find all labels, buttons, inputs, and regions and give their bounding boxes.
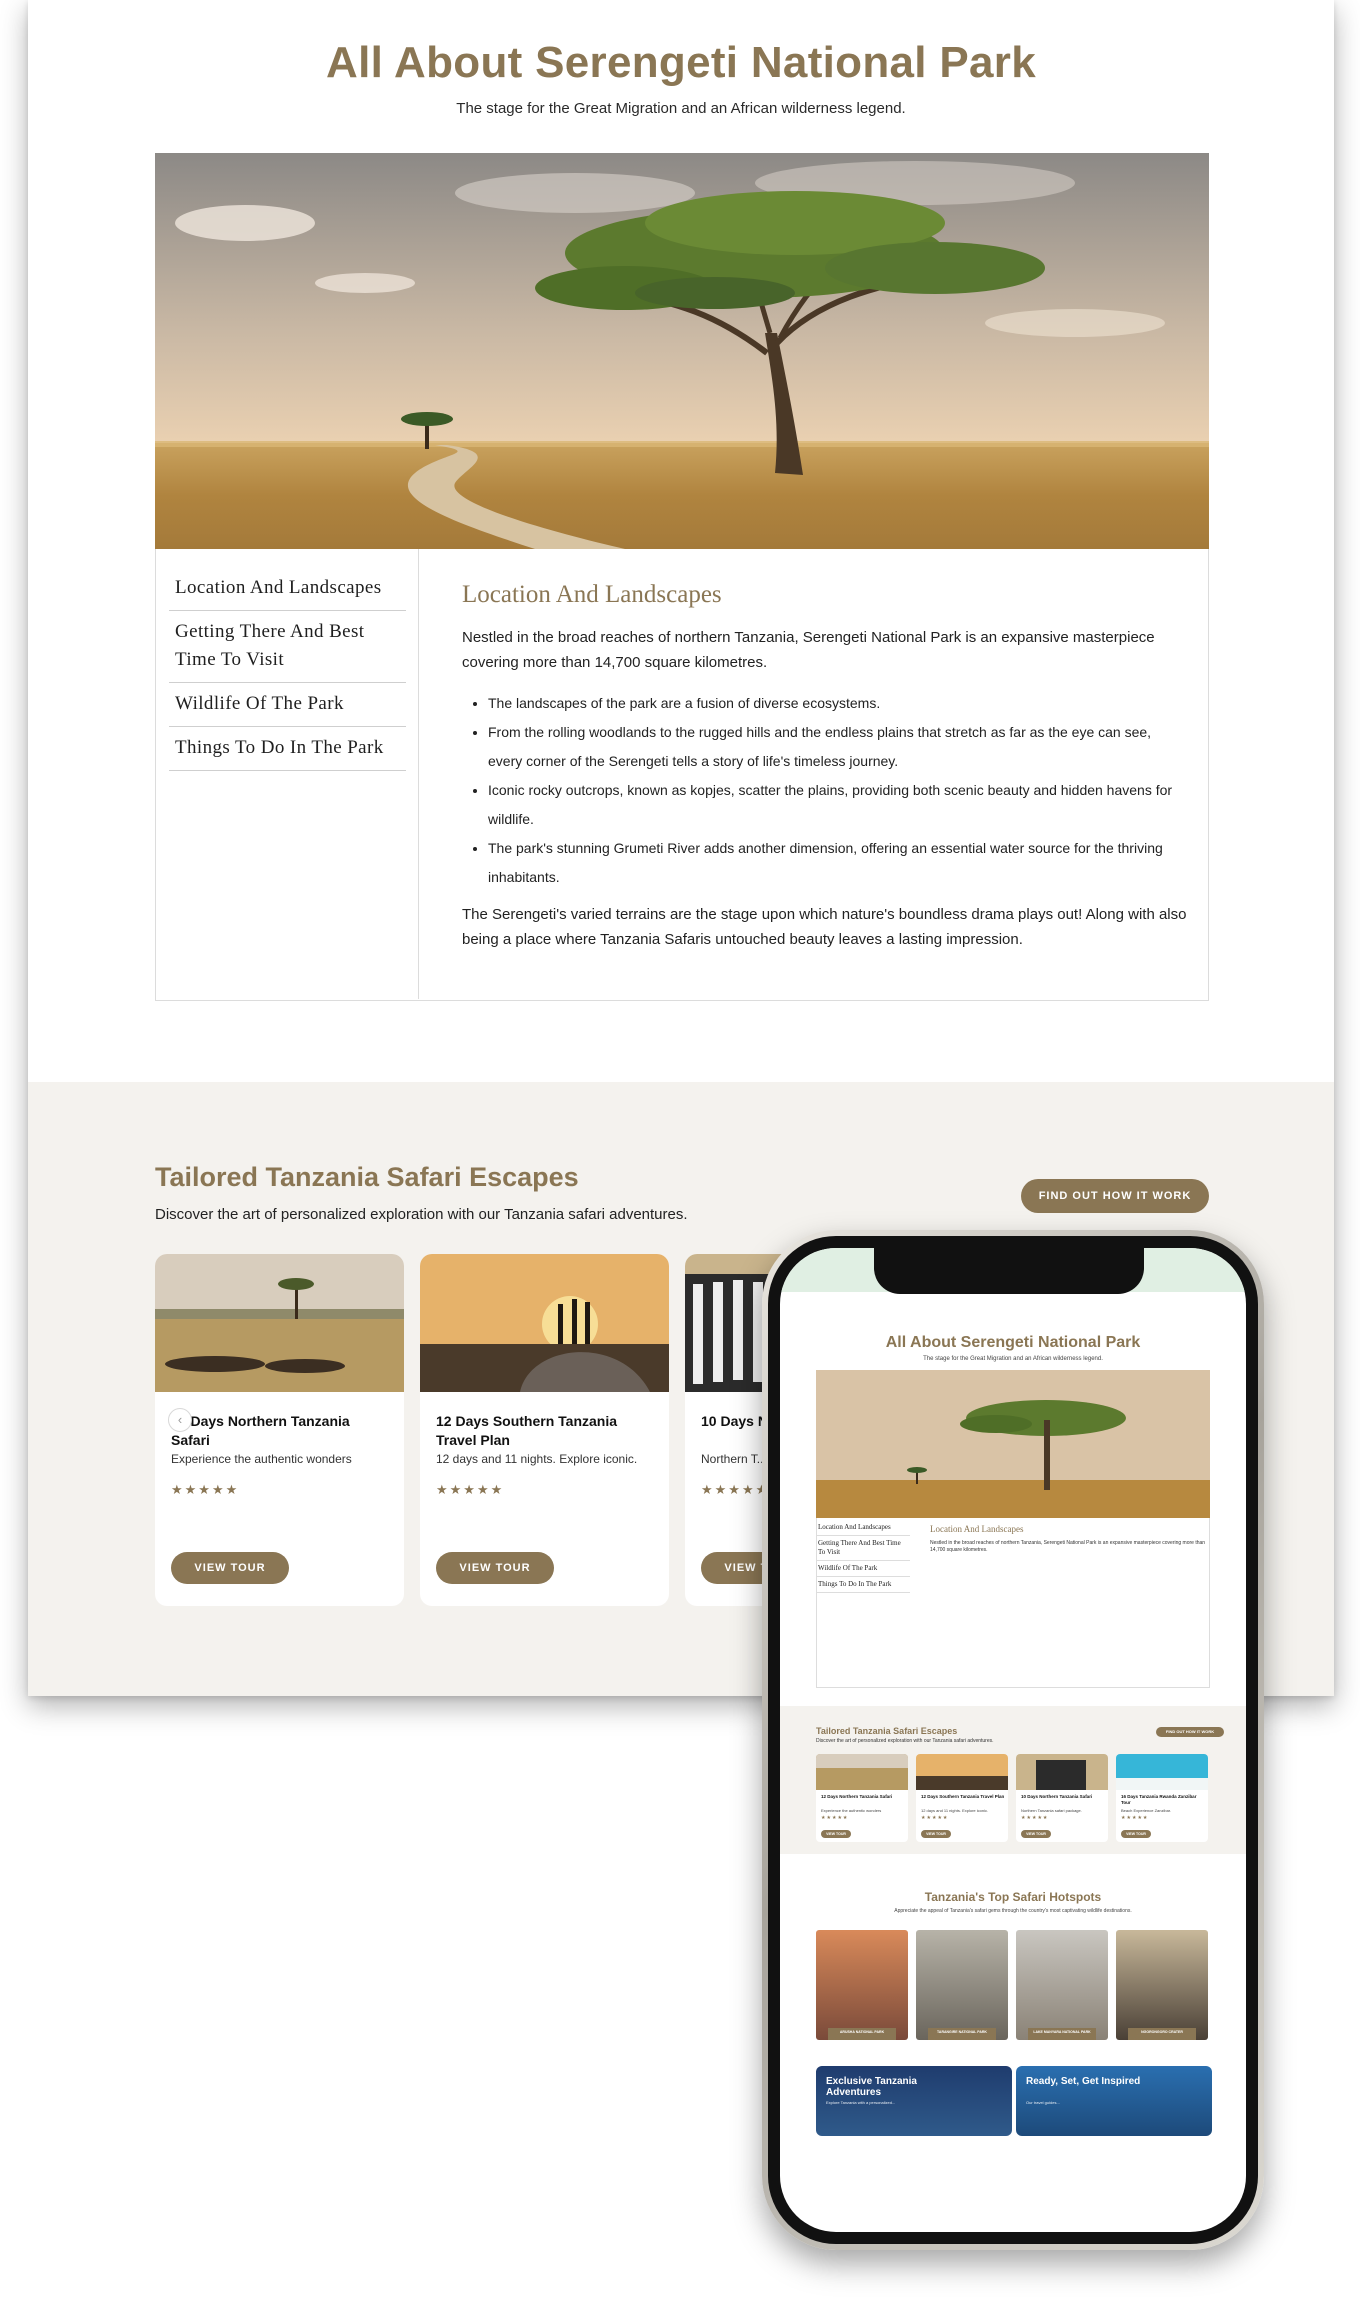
mobile-card-stars: ★★★★★ (921, 1815, 949, 1821)
toc-item-location[interactable]: Location And Landscapes (169, 567, 406, 611)
mobile-banner-sub: Explore Tanzania with a personalized... (826, 2100, 896, 2105)
mobile-find-out-button[interactable]: FIND OUT HOW IT WORK (1156, 1727, 1224, 1737)
tour-card[interactable]: 12 Days Southern Tanzania Travel Plan 12… (420, 1254, 669, 1606)
mobile-page-title: All About Serengeti National Park (885, 1334, 1141, 1351)
mobile-view-tour-button[interactable]: VIEW TOUR (921, 1830, 951, 1838)
mobile-view-tour-button[interactable]: VIEW TOUR (1121, 1830, 1151, 1838)
hero-image (155, 153, 1209, 549)
mobile-card-stars: ★★★★★ (821, 1815, 849, 1821)
mobile-hotspot-card[interactable]: NGORONGORO CRATER (1116, 1930, 1208, 2040)
escapes-subtitle: Discover the art of personalized explora… (155, 1206, 688, 1223)
page-title: All About Serengeti National Park (326, 38, 1036, 87)
mobile-toc-item[interactable]: Wildlife Of The Park (816, 1561, 910, 1577)
mobile-toc-item[interactable]: Getting There And Best Time To Visit (816, 1536, 910, 1561)
rating-stars: ★★★★★ (171, 1482, 240, 1497)
toc-item-wildlife[interactable]: Wildlife Of The Park (169, 683, 406, 727)
page-subtitle: The stage for the Great Migration and an… (456, 100, 906, 117)
mobile-banner-title: Ready, Set, Get Inspired (1026, 2076, 1141, 2087)
mobile-card-desc: Northern Tanzania safari package. (1021, 1808, 1082, 1813)
mobile-banner-title: Exclusive Tanzania Adventures (826, 2076, 917, 2098)
bullet-item: The landscapes of the park are a fusion … (488, 689, 1187, 718)
mobile-article-heading: Location And Landscapes (930, 1524, 1024, 1534)
tour-card-title: 12 Days Northern Tanzania Safari (171, 1413, 350, 1448)
mobile-tour-card[interactable]: 16 Days Tanzania Rwanda Zanzibar Tour Be… (1116, 1754, 1208, 1842)
mobile-escapes-subtitle: Discover the art of personalized explora… (816, 1738, 994, 1744)
mobile-card-image (1116, 1754, 1208, 1790)
mobile-hotspot-label: NGORONGORO CRATER (1128, 2028, 1196, 2040)
mobile-card-image (916, 1754, 1008, 1790)
mobile-card-stars: ★★★★★ (1121, 1815, 1149, 1821)
mockup-stage: All About Serengeti National Park The st… (0, 0, 1360, 2308)
bullet-item: From the rolling woodlands to the rugged… (488, 718, 1187, 776)
mobile-card-desc: Experience the authentic wonders (821, 1808, 882, 1813)
mobile-hotspot-label: LAKE MANYARA NATIONAL PARK (1028, 2028, 1096, 2040)
tour-card-image (155, 1254, 404, 1392)
mobile-banner[interactable]: Exclusive Tanzania Adventures Explore Ta… (816, 2066, 1012, 2136)
bullet-item: Iconic rocky outcrops, known as kopjes, … (488, 776, 1187, 834)
article-intro: Nestled in the broad reaches of northern… (462, 629, 1155, 671)
mobile-toc-item[interactable]: Things To Do In The Park (816, 1577, 910, 1593)
article-heading: Location And Landscapes (462, 581, 722, 608)
mobile-hotspots-subtitle: Appreciate the appeal of Tanzania's safa… (894, 1908, 1132, 1914)
carousel-prev-icon[interactable]: ‹ (168, 1408, 192, 1432)
mobile-hotspot-card[interactable]: ARUSHA NATIONAL PARK (816, 1930, 908, 2040)
article: Location And Landscapes Nestled in the b… (462, 581, 1187, 952)
mobile-banner[interactable]: Ready, Set, Get Inspired Our travel guid… (1016, 2066, 1212, 2136)
mobile-hero-image (816, 1370, 1210, 1518)
find-out-how-button[interactable]: FIND OUT HOW IT WORK (1021, 1179, 1209, 1213)
mobile-card-stars: ★★★★★ (1021, 1815, 1049, 1821)
mobile-card-title: 10 Days Northern Tanzania Safari (1021, 1794, 1093, 1799)
tour-card-desc: 12 days and 11 nights. Explore iconic. (436, 1452, 638, 1466)
bullet-item: The park's stunning Grumeti River adds a… (488, 834, 1187, 892)
mobile-view-tour-button[interactable]: VIEW TOUR (821, 1830, 851, 1838)
mobile-article-text: Nestled in the broad reaches of northern… (930, 1540, 1206, 1553)
mobile-escapes-title: Tailored Tanzania Safari Escapes (816, 1726, 958, 1736)
view-tour-button[interactable]: VIEW TOUR (171, 1552, 289, 1584)
escapes-title: Tailored Tanzania Safari Escapes (155, 1162, 579, 1192)
table-of-contents: Location And Landscapes Getting There An… (156, 549, 419, 999)
article-bullets: The landscapes of the park are a fusion … (488, 689, 1187, 892)
mobile-page-subtitle: The stage for the Great Migration and an… (923, 1356, 1103, 1362)
rating-stars: ★★★★★ (436, 1482, 505, 1497)
mobile-card-title: 16 Days Tanzania Rwanda Zanzibar Tour (1121, 1794, 1197, 1805)
mobile-tour-card[interactable]: 12 Days Southern Tanzania Travel Plan 12… (916, 1754, 1008, 1842)
mobile-card-desc: 12 days and 11 nights. Explore iconic. (921, 1808, 989, 1813)
mobile-card-image (816, 1754, 908, 1790)
rating-stars: ★★★★★ (701, 1482, 770, 1497)
mobile-view-tour-button[interactable]: VIEW TOUR (1021, 1830, 1051, 1838)
mobile-hotspot-card[interactable]: TARANGIRE NATIONAL PARK (916, 1930, 1008, 2040)
mobile-card-image (1016, 1754, 1108, 1790)
mobile-banner-sub: Our travel guides... (1026, 2100, 1060, 2105)
toc-item-getting-there[interactable]: Getting There And Best Time To Visit (169, 611, 406, 683)
view-tour-button[interactable]: VIEW TOUR (436, 1552, 554, 1584)
mobile-card-title: 12 Days Northern Tanzania Safari (821, 1794, 893, 1799)
phone-mockup: All About Serengeti National Park The st… (762, 1230, 1264, 2250)
mobile-hotspot-label: TARANGIRE NATIONAL PARK (928, 2028, 996, 2040)
mobile-hotspots-title: Tanzania's Top Safari Hotspots (924, 1890, 1102, 1904)
article-outro: The Serengeti's varied terrains are the … (462, 906, 1187, 948)
mobile-hotspot-label: ARUSHA NATIONAL PARK (828, 2028, 896, 2040)
mobile-toc: Location And Landscapes Getting There An… (816, 1520, 910, 1593)
mobile-card-desc: Beach Experience Zanzibar. (1121, 1808, 1172, 1813)
tour-card[interactable]: 12 Days Northern Tanzania Safari Experie… (155, 1254, 404, 1606)
mobile-page: All About Serengeti National Park The st… (780, 1248, 1246, 2232)
phone-notch (874, 1248, 1144, 1294)
tour-card-image (420, 1254, 669, 1392)
mobile-card-title: 12 Days Southern Tanzania Travel Plan (921, 1794, 1005, 1799)
tour-card-title: 12 Days Southern Tanzania Travel Plan (436, 1413, 618, 1448)
toc-item-things-to-do[interactable]: Things To Do In The Park (169, 727, 406, 771)
mobile-tour-card[interactable]: 12 Days Northern Tanzania Safari Experie… (816, 1754, 908, 1842)
mobile-tour-card[interactable]: 10 Days Northern Tanzania Safari Norther… (1016, 1754, 1108, 1842)
mobile-hotspot-card[interactable]: LAKE MANYARA NATIONAL PARK (1016, 1930, 1108, 2040)
content-panel: Location And Landscapes Getting There An… (155, 549, 1209, 1001)
tour-card-desc: Experience the authentic wonders (171, 1452, 352, 1466)
mobile-toc-item[interactable]: Location And Landscapes (816, 1520, 910, 1536)
